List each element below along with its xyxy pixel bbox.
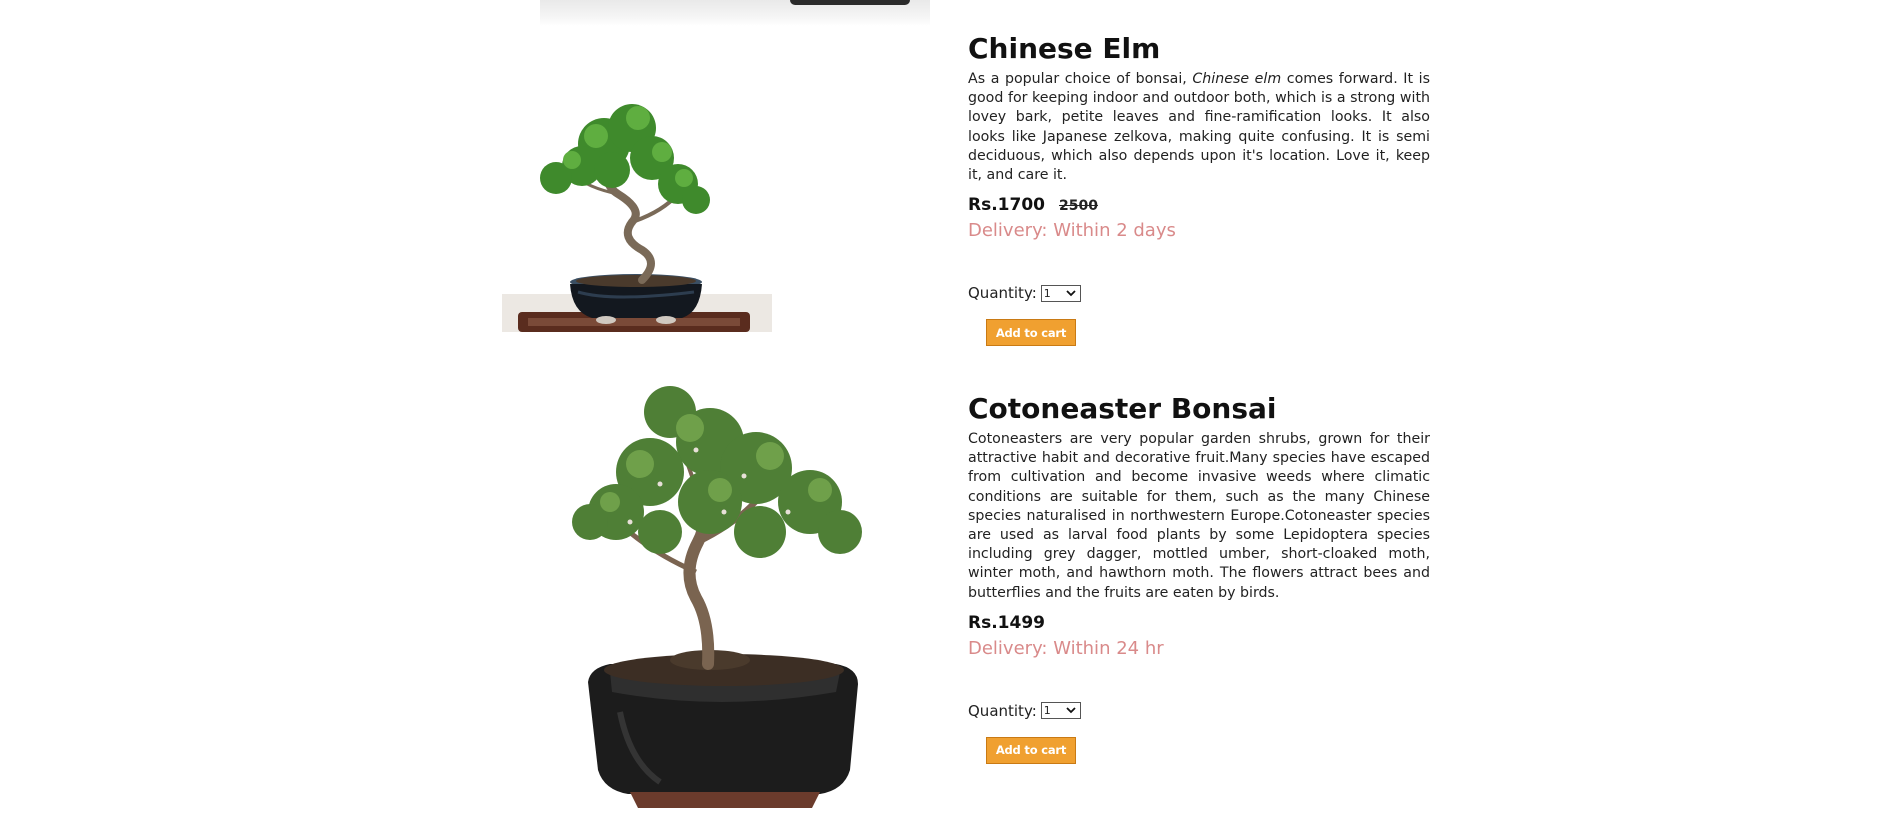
delivery-info: Delivery: Within 24 hr xyxy=(968,637,1164,659)
description-part: comes forward. It is good for keeping in… xyxy=(968,71,1430,184)
price: Rs.1700 xyxy=(968,195,1045,216)
price: Rs.1499 xyxy=(968,612,1045,633)
quantity-row: Quantity: 1 xyxy=(968,699,1430,723)
product-description: Cotoneasters are very popular garden shr… xyxy=(968,431,1430,601)
product-card-chinese-elm: Chinese Elm As a popular choice of bonsa… xyxy=(968,30,1430,347)
price-row: Rs.1499 xyxy=(968,613,1430,637)
product-title: Cotoneaster Bonsai xyxy=(968,392,1277,425)
chinese-elm-image xyxy=(492,62,772,332)
quantity-label: Quantity: xyxy=(968,701,1037,720)
pot-edge xyxy=(790,0,910,5)
description-emphasis: Chinese elm xyxy=(1192,71,1282,87)
add-to-cart-button[interactable]: Add to cart xyxy=(986,319,1076,347)
quantity-row: Quantity: 1 xyxy=(968,281,1430,305)
product-list-page: Chinese Elm As a popular choice of bonsa… xyxy=(0,0,1892,827)
price-row: Rs.1700 2500 xyxy=(968,195,1430,219)
quantity-value: 1 xyxy=(1043,286,1051,300)
delivery-info: Delivery: Within 2 days xyxy=(968,220,1176,242)
cotoneaster-bonsai-illustration xyxy=(572,386,862,808)
cotoneaster-bonsai-image xyxy=(520,372,920,812)
chevron-down-icon xyxy=(1066,290,1076,296)
product-card-cotoneaster-bonsai: Cotoneaster Bonsai Cotoneasters are very… xyxy=(968,390,1430,764)
quantity-label: Quantity: xyxy=(968,284,1037,303)
previous-product-image xyxy=(540,0,930,26)
product-title: Chinese Elm xyxy=(968,32,1161,65)
quantity-select[interactable]: 1 xyxy=(1040,284,1081,302)
chevron-down-icon xyxy=(1066,707,1076,714)
quantity-select[interactable]: 1 xyxy=(1040,702,1081,720)
old-price: 2500 xyxy=(1058,198,1098,215)
product-description: As a popular choice of bonsai, Chinese e… xyxy=(968,70,1430,185)
chinese-elm-illustration xyxy=(502,104,772,332)
description-part: As a popular choice of bonsai, xyxy=(968,71,1193,87)
add-to-cart-button[interactable]: Add to cart xyxy=(986,736,1076,764)
quantity-value: 1 xyxy=(1043,704,1051,718)
